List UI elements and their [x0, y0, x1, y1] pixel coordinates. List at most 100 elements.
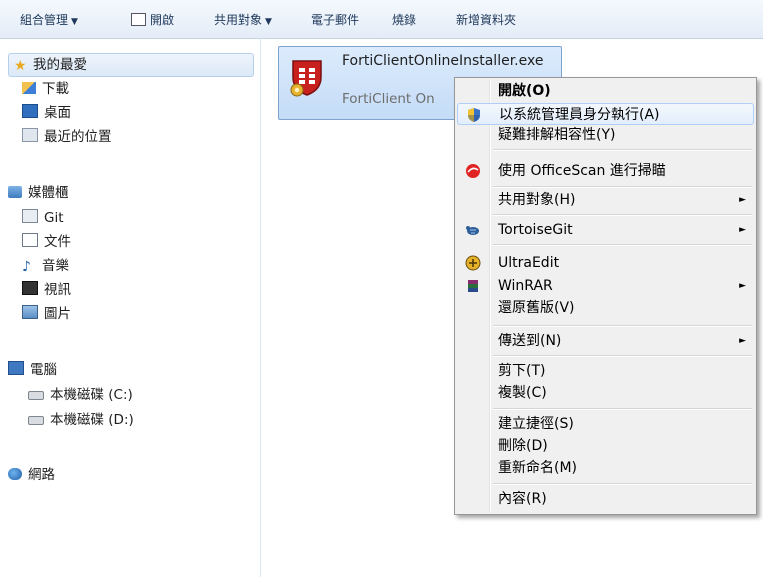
- context-menu: 開啟(O) 以系統管理員身分執行(A) 疑難排解相容性(Y) 使用 Office…: [454, 77, 757, 515]
- command-bar: 組合管理 ▼ 開啟 共用對象 ▼ 電子郵件 燒錄 新增資料夾: [0, 0, 763, 39]
- menu-separator: [493, 244, 752, 246]
- menu-properties-label: 內容(R): [498, 491, 547, 507]
- nav-pictures[interactable]: 圖片: [22, 303, 71, 325]
- menu-separator: [493, 483, 752, 485]
- menu-restore-label: 還原舊版(V): [498, 300, 575, 316]
- network-icon: [8, 468, 22, 480]
- submenu-arrow-icon: ►: [739, 225, 746, 235]
- menu-item-share-with[interactable]: 共用對象(H) ►: [457, 189, 754, 211]
- email-label: 電子郵件: [311, 13, 360, 27]
- nav-drive-c[interactable]: 本機磁碟 (C:): [28, 384, 133, 406]
- chevron-down-icon: ▼: [265, 17, 272, 27]
- menu-separator: [493, 408, 752, 410]
- menu-item-restore-previous[interactable]: 還原舊版(V): [457, 297, 754, 319]
- email-button[interactable]: 電子郵件: [311, 11, 359, 29]
- nav-computer-label: 電腦: [30, 362, 57, 378]
- documents-icon: [22, 233, 38, 247]
- nav-libraries-label: 媒體櫃: [28, 185, 69, 201]
- menu-officescan-label: 使用 OfficeScan 進行掃瞄: [498, 163, 666, 179]
- menu-item-winrar[interactable]: WinRAR ►: [457, 275, 754, 297]
- menu-send-to-label: 傳送到(N): [498, 333, 562, 349]
- star-icon: ★: [14, 58, 27, 74]
- menu-item-officescan[interactable]: 使用 OfficeScan 進行掃瞄: [457, 160, 754, 182]
- nav-favorites[interactable]: ★ 我的最愛: [8, 53, 254, 77]
- menu-cut-label: 剪下(T): [498, 363, 546, 379]
- menu-separator: [493, 186, 752, 188]
- drive-icon: [28, 416, 44, 425]
- open-button[interactable]: 開啟: [131, 11, 174, 29]
- menu-copy-label: 複製(C): [498, 385, 547, 401]
- nav-documents-label: 文件: [44, 234, 71, 250]
- menu-separator: [493, 214, 752, 216]
- menu-item-ultraedit[interactable]: UltraEdit: [457, 252, 754, 274]
- forticlient-shield-icon: [290, 60, 322, 97]
- nav-videos[interactable]: 視訊: [22, 279, 71, 301]
- nav-network-label: 網路: [28, 467, 55, 483]
- menu-run-as-admin-label: 以系統管理員身分執行(A): [499, 107, 660, 123]
- menu-ultraedit-label: UltraEdit: [498, 255, 560, 271]
- nav-recent-label: 最近的位置: [44, 129, 112, 145]
- menu-rename-label: 重新命名(M): [498, 460, 578, 476]
- menu-create-shortcut-label: 建立捷徑(S): [498, 416, 574, 432]
- menu-item-create-shortcut[interactable]: 建立捷徑(S): [457, 413, 754, 435]
- menu-item-tortoisegit[interactable]: TortoiseGit ►: [457, 219, 754, 241]
- menu-item-delete[interactable]: 刪除(D): [457, 435, 754, 457]
- nav-recent-places[interactable]: 最近的位置: [22, 126, 112, 148]
- nav-drive-d[interactable]: 本機磁碟 (D:): [28, 409, 134, 431]
- new-folder-button[interactable]: 新增資料夾: [456, 11, 516, 29]
- menu-item-copy[interactable]: 複製(C): [457, 382, 754, 404]
- chevron-down-icon: ▼: [71, 17, 78, 27]
- nav-pictures-label: 圖片: [44, 306, 71, 322]
- burn-label: 燒錄: [392, 13, 417, 27]
- nav-favorites-label: 我的最愛: [33, 57, 87, 73]
- menu-separator: [493, 149, 752, 151]
- menu-item-properties[interactable]: 內容(R): [457, 488, 754, 510]
- nav-drive-c-label: 本機磁碟 (C:): [50, 387, 133, 403]
- menu-item-cut[interactable]: 剪下(T): [457, 360, 754, 382]
- nav-drive-d-label: 本機磁碟 (D:): [50, 412, 134, 428]
- menu-delete-label: 刪除(D): [498, 438, 548, 454]
- officescan-icon: [466, 164, 480, 178]
- menu-item-send-to[interactable]: 傳送到(N) ►: [457, 330, 754, 352]
- share-with-button[interactable]: 共用對象 ▼: [214, 11, 272, 29]
- tortoisegit-icon: [466, 226, 479, 235]
- nav-desktop[interactable]: 桌面: [22, 102, 71, 124]
- nav-libraries[interactable]: 媒體櫃: [8, 182, 69, 204]
- nav-downloads[interactable]: 下載: [22, 78, 69, 100]
- nav-videos-label: 視訊: [44, 282, 71, 298]
- nav-computer[interactable]: 電腦: [8, 359, 57, 381]
- drive-icon: [28, 391, 44, 400]
- file-name: FortiClientOnlineInstaller.exe: [342, 53, 544, 69]
- menu-share-with-label: 共用對象(H): [498, 192, 576, 208]
- nav-music-label: 音樂: [42, 258, 69, 274]
- libraries-icon: [8, 186, 22, 198]
- downloads-icon: [22, 82, 36, 94]
- new-folder-label: 新增資料夾: [456, 13, 517, 27]
- menu-item-rename[interactable]: 重新命名(M): [457, 457, 754, 479]
- ultraedit-icon: [465, 255, 481, 271]
- open-icon: [131, 13, 146, 26]
- uac-shield-icon: [468, 108, 480, 122]
- organize-button[interactable]: 組合管理 ▼: [20, 11, 78, 29]
- computer-icon: [8, 361, 24, 375]
- submenu-arrow-icon: ►: [739, 195, 746, 205]
- burn-button[interactable]: 燒錄: [392, 11, 416, 29]
- nav-music[interactable]: ♪ 音樂: [22, 255, 69, 277]
- nav-documents[interactable]: 文件: [22, 231, 71, 253]
- submenu-arrow-icon: ►: [739, 336, 746, 346]
- videos-icon: [22, 281, 38, 295]
- nav-network[interactable]: 網路: [8, 464, 55, 486]
- menu-item-run-as-admin[interactable]: 以系統管理員身分執行(A): [457, 103, 754, 125]
- navigation-pane: ★ 我的最愛 下載 桌面 最近的位置 媒體櫃 Git 文件 ♪ 音樂 視訊 圖片 電…: [0, 39, 261, 577]
- menu-tortoisegit-label: TortoiseGit: [498, 222, 573, 238]
- menu-item-troubleshoot[interactable]: 疑難排解相容性(Y): [457, 124, 754, 146]
- submenu-arrow-icon: ►: [739, 281, 746, 291]
- menu-separator: [493, 355, 752, 357]
- recent-places-icon: [22, 128, 38, 142]
- menu-open-label: 開啟(O): [498, 83, 551, 99]
- nav-git[interactable]: Git: [22, 207, 64, 229]
- share-label: 共用對象: [214, 13, 263, 27]
- desktop-icon: [22, 104, 38, 118]
- git-library-icon: [22, 209, 38, 223]
- menu-item-open[interactable]: 開啟(O): [457, 80, 754, 102]
